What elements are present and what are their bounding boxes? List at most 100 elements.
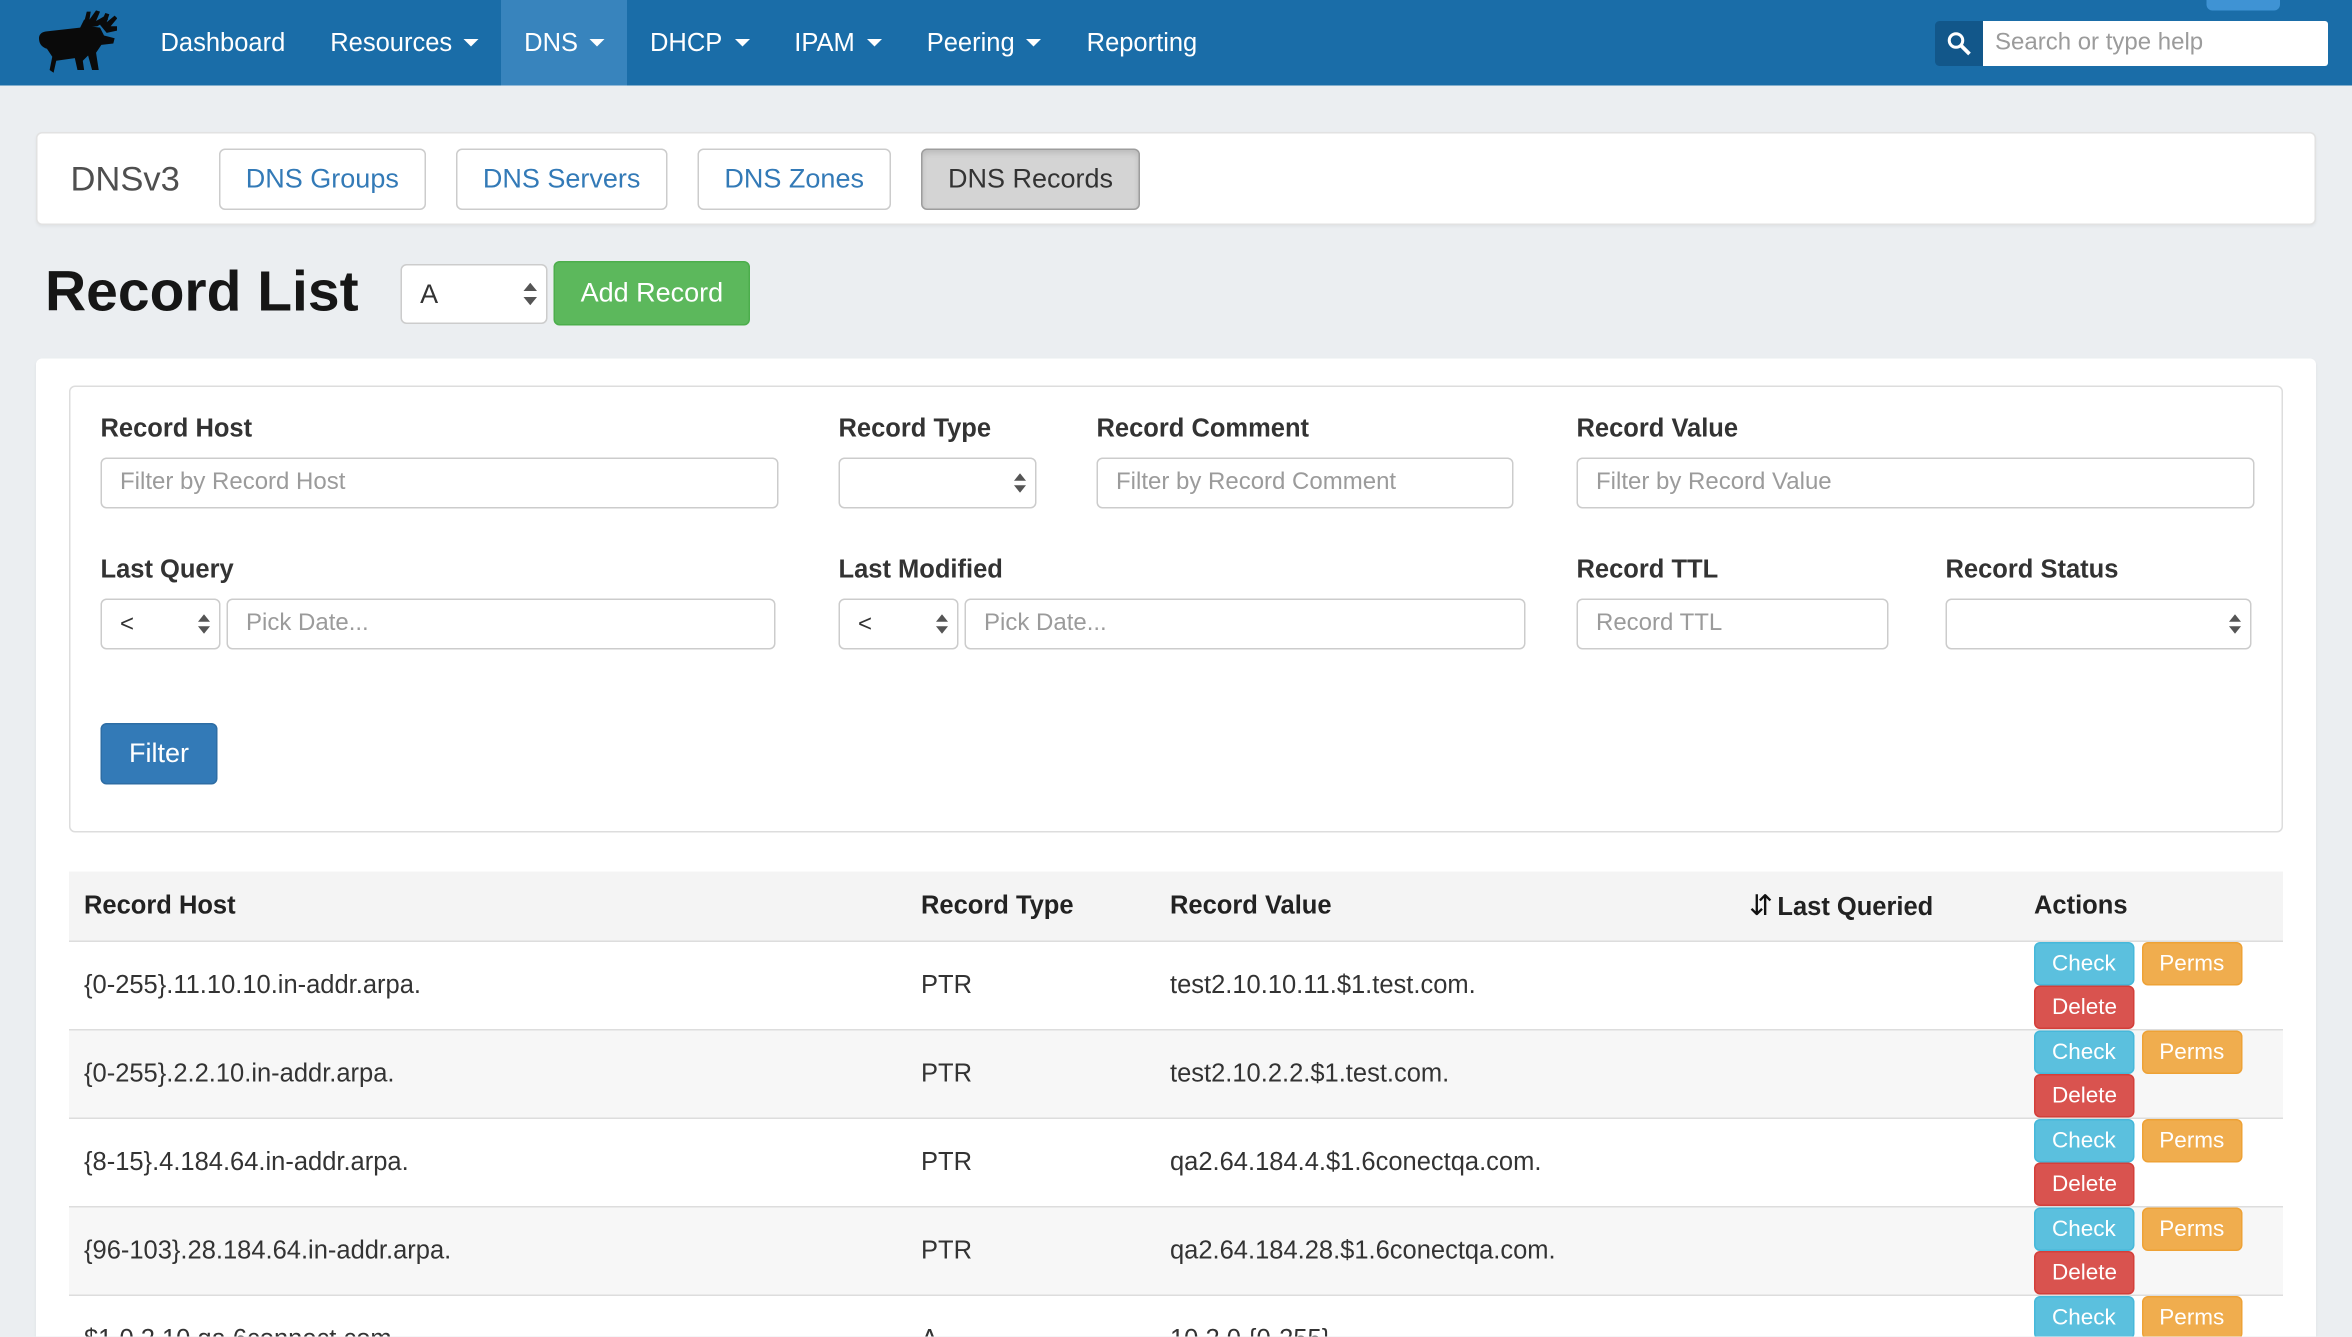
filter-button[interactable]: Filter [101, 723, 218, 785]
col-record-type[interactable]: Record Type [906, 872, 1155, 942]
table-row: {96-103}.28.184.64.in-addr.arpa.PTRqa2.6… [69, 1207, 2283, 1296]
table-row: {8-15}.4.184.64.in-addr.arpa.PTRqa2.64.1… [69, 1118, 2283, 1207]
record-host-input[interactable] [101, 458, 779, 509]
cell-record-host: $1.0.2.10.qa.6connect.com. [69, 1295, 906, 1336]
moose-logo[interactable] [30, 0, 117, 86]
perms-button[interactable]: Perms [2141, 1296, 2242, 1337]
partial-button [2207, 0, 2281, 11]
record-status-wrap [1946, 599, 2252, 650]
last-modified-label: Last Modified [839, 555, 1526, 585]
cell-record-value: 10.2.0.{0-255} [1155, 1295, 1734, 1336]
delete-button[interactable]: Delete [2034, 1074, 2135, 1118]
filter-record-ttl: Record TTL [1577, 555, 1889, 650]
cell-last-queried [1734, 1295, 2019, 1336]
cell-record-type: PTR [906, 1118, 1155, 1207]
filter-last-modified: Last Modified < [839, 555, 1526, 650]
chevron-down-icon [590, 39, 605, 47]
chevron-down-icon [734, 39, 749, 47]
table-row: $1.0.2.10.qa.6connect.com.A10.2.0.{0-255… [69, 1295, 2283, 1336]
check-button[interactable]: Check [2034, 1119, 2134, 1163]
check-button[interactable]: Check [2034, 1208, 2134, 1252]
nav-items: DashboardResourcesDNSDHCPIPAMPeeringRepo… [138, 0, 1220, 86]
cell-record-type: PTR [906, 1207, 1155, 1296]
sort-icon[interactable]: ⇵ [1749, 890, 1773, 922]
cell-record-value: qa2.64.184.28.$1.6conectqa.com. [1155, 1207, 1734, 1296]
cell-record-value: test2.10.10.11.$1.test.com. [1155, 941, 1734, 1030]
record-type-select[interactable]: A [401, 263, 548, 323]
nav-item-resources[interactable]: Resources [308, 0, 502, 86]
check-button[interactable]: Check [2034, 942, 2134, 986]
add-record-button[interactable]: Add Record [554, 261, 751, 326]
nav-item-dhcp[interactable]: DHCP [628, 0, 772, 86]
navbar: DashboardResourcesDNSDHCPIPAMPeeringRepo… [0, 0, 2352, 86]
perms-button[interactable]: Perms [2141, 1031, 2242, 1075]
table-row: {0-255}.2.2.10.in-addr.arpa.PTRtest2.10.… [69, 1030, 2283, 1119]
col-actions: Actions [2019, 872, 2283, 942]
dns-groups-button[interactable]: DNS Groups [219, 148, 426, 210]
delete-button[interactable]: Delete [2034, 1251, 2135, 1295]
dns-servers-button[interactable]: DNS Servers [456, 148, 668, 210]
table-row: {0-255}.11.10.10.in-addr.arpa.PTRtest2.1… [69, 941, 2283, 1030]
cell-actions: CheckPermsDelete [2019, 1030, 2283, 1119]
col-record-value[interactable]: Record Value [1155, 872, 1734, 942]
filter-record-status: Record Status [1946, 555, 2252, 650]
filter-record-host: Record Host [101, 414, 779, 509]
chevron-down-icon [464, 39, 479, 47]
navbar-search [1935, 0, 2328, 86]
cell-actions: CheckPermsDelete [2019, 1118, 2283, 1207]
cell-last-queried [1734, 1118, 2019, 1207]
nav-item-dns[interactable]: DNS [502, 0, 628, 86]
search-input[interactable] [1983, 20, 2328, 65]
perms-button[interactable]: Perms [2141, 942, 2242, 986]
record-status-select[interactable] [1946, 599, 2252, 650]
cell-record-type: PTR [906, 941, 1155, 1030]
record-type-filter-select[interactable] [839, 458, 1037, 509]
record-host-label: Record Host [101, 414, 779, 444]
nav-item-reporting[interactable]: Reporting [1064, 0, 1220, 86]
dns-zones-button[interactable]: DNS Zones [697, 148, 891, 210]
nav-item-dashboard[interactable]: Dashboard [138, 0, 308, 86]
cell-record-value: qa2.64.184.4.$1.6conectqa.com. [1155, 1118, 1734, 1207]
cell-record-host: {0-255}.11.10.10.in-addr.arpa. [69, 941, 906, 1030]
main-content: DNSv3 DNS GroupsDNS ServersDNS ZonesDNS … [0, 132, 2352, 1337]
cell-record-value: test2.10.2.2.$1.test.com. [1155, 1030, 1734, 1119]
cell-last-queried [1734, 1207, 2019, 1296]
col-last-queried[interactable]: ⇵Last Queried [1734, 872, 2019, 942]
record-value-input[interactable] [1577, 458, 2255, 509]
chevron-down-icon [1027, 39, 1042, 47]
check-button[interactable]: Check [2034, 1296, 2134, 1337]
record-ttl-label: Record TTL [1577, 555, 1889, 585]
chevron-down-icon [867, 39, 882, 47]
last-modified-operator-select[interactable]: < [839, 599, 959, 650]
cell-record-host: {8-15}.4.184.64.in-addr.arpa. [69, 1118, 906, 1207]
records-panel: Record Host Record Type Rec [36, 359, 2316, 1337]
dnsv3-label: DNSv3 [71, 158, 180, 199]
check-button[interactable]: Check [2034, 1031, 2134, 1075]
perms-button[interactable]: Perms [2141, 1208, 2242, 1252]
delete-button[interactable]: Delete [2034, 986, 2135, 1030]
record-value-label: Record Value [1577, 414, 2255, 444]
filter-record-type: Record Type [839, 414, 1037, 509]
nav-item-peering[interactable]: Peering [904, 0, 1064, 86]
record-status-label: Record Status [1946, 555, 2252, 585]
cell-record-host: {96-103}.28.184.64.in-addr.arpa. [69, 1207, 906, 1296]
last-query-op-wrap: < [101, 599, 221, 650]
records-table: Record Host Record Type Record Value ⇵La… [69, 872, 2283, 1337]
dnsv3-buttons: DNS Groups DNS Servers DNS Zones DNS Record… [219, 148, 1140, 210]
record-comment-input[interactable] [1097, 458, 1514, 509]
last-query-label: Last Query [101, 555, 776, 585]
last-query-date-input[interactable] [227, 599, 776, 650]
col-record-host[interactable]: Record Host [69, 872, 906, 942]
page-title: Record List [45, 261, 359, 326]
dns-records-button[interactable]: DNS Records [921, 148, 1140, 210]
record-list-header: Record List A Add Record [45, 261, 2316, 326]
last-modified-date-input[interactable] [965, 599, 1526, 650]
record-comment-label: Record Comment [1097, 414, 1514, 444]
last-query-operator-select[interactable]: < [101, 599, 221, 650]
nav-item-ipam[interactable]: IPAM [772, 0, 904, 86]
perms-button[interactable]: Perms [2141, 1119, 2242, 1163]
search-icon[interactable] [1935, 20, 1983, 65]
record-ttl-input[interactable] [1577, 599, 1889, 650]
delete-button[interactable]: Delete [2034, 1163, 2135, 1207]
cell-actions: CheckPermsDelete [2019, 1295, 2283, 1336]
